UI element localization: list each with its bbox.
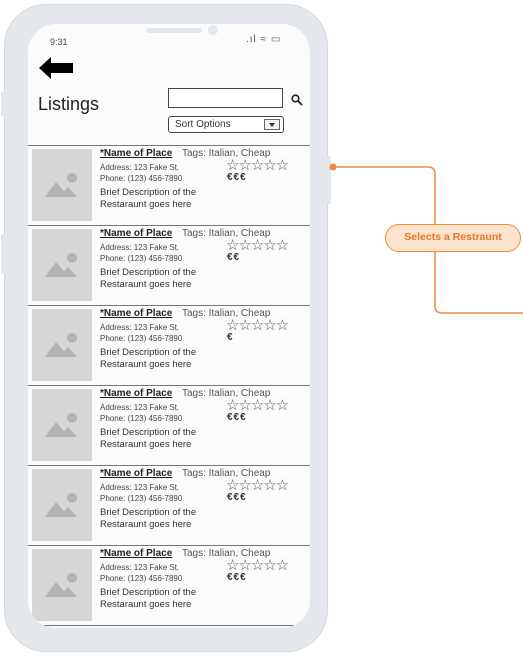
place-phone: Phone: (123) 456-7890 (100, 254, 183, 263)
phone-screen: 9:31 .ıl ≈ ▭ Listings Sort Options *Name… (28, 24, 310, 628)
page-title: Listings (38, 94, 100, 114)
price-level: € (227, 332, 234, 343)
side-button-volume (1, 234, 5, 274)
image-placeholder-icon (32, 469, 92, 541)
place-description: Brief Description of the Restaraunt goes… (100, 427, 197, 450)
side-button-silent (1, 92, 5, 116)
rating-stars: ☆☆☆☆☆ (226, 397, 289, 414)
place-phone: Phone: (123) 456-7890 (100, 414, 183, 423)
place-phone: Phone: (123) 456-7890 (100, 574, 183, 583)
listing-item[interactable]: *Name of Place Tags: Italian, Cheap Addr… (28, 466, 310, 546)
listing-item[interactable]: *Name of Place Tags: Italian, Cheap Addr… (28, 386, 310, 466)
place-address: Address: 123 Fake St. (100, 163, 180, 172)
place-address: Address: 123 Fake St. (100, 563, 180, 572)
place-description: Brief Description of the Restaraunt goes… (100, 267, 197, 290)
place-phone: Phone: (123) 456-7890 (100, 174, 183, 183)
image-placeholder-icon (32, 149, 92, 221)
place-name-link[interactable]: *Name of Place (100, 468, 172, 479)
rating-stars: ☆☆☆☆☆ (226, 157, 289, 174)
annotation-badge: Selects a Restraunt (385, 224, 521, 252)
sort-options-label: Sort Options (175, 119, 231, 130)
place-description: Brief Description of the Restaraunt goes… (100, 347, 197, 370)
place-name-link[interactable]: *Name of Place (100, 308, 172, 319)
listing-item[interactable]: *Name of Place Tags: Italian, Cheap Addr… (28, 226, 310, 306)
price-level: €€ (227, 252, 241, 263)
phone-frame: 9:31 .ıl ≈ ▭ Listings Sort Options *Name… (1, 4, 331, 652)
price-level: €€€ (227, 412, 247, 423)
chevron-down-icon[interactable] (264, 119, 280, 130)
image-placeholder-icon (32, 389, 92, 461)
place-phone: Phone: (123) 456-7890 (100, 494, 183, 503)
place-phone: Phone: (123) 456-7890 (100, 334, 183, 343)
place-name-link[interactable]: *Name of Place (100, 548, 172, 559)
rating-stars: ☆☆☆☆☆ (226, 237, 289, 254)
image-placeholder-icon (32, 309, 92, 381)
price-level: €€€ (227, 172, 247, 183)
rating-stars: ☆☆☆☆☆ (226, 477, 289, 494)
place-name-link[interactable]: *Name of Place (100, 148, 172, 159)
search-icon[interactable] (291, 94, 303, 106)
camera-icon (208, 25, 218, 35)
place-description: Brief Description of the Restaraunt goes… (100, 507, 197, 530)
speaker-notch (146, 28, 202, 33)
place-address: Address: 123 Fake St. (100, 323, 180, 332)
price-level: €€€ (227, 572, 247, 583)
place-description: Brief Description of the Restaraunt goes… (100, 587, 197, 610)
status-icons: .ıl ≈ ▭ (246, 34, 282, 45)
place-address: Address: 123 Fake St. (100, 483, 180, 492)
place-description: Brief Description of the Restaraunt goes… (100, 187, 197, 210)
image-placeholder-icon (32, 229, 92, 301)
search-input[interactable] (168, 88, 283, 108)
price-level: €€€ (227, 492, 247, 503)
place-name-link[interactable]: *Name of Place (100, 388, 172, 399)
sort-options-dropdown[interactable]: Sort Options (168, 116, 284, 133)
image-placeholder-icon (32, 549, 92, 621)
status-time: 9:31 (50, 37, 68, 47)
place-address: Address: 123 Fake St. (100, 243, 180, 252)
place-address: Address: 123 Fake St. (100, 403, 180, 412)
listing-item[interactable]: *Name of Place Tags: Italian, Cheap Addr… (28, 146, 310, 226)
rating-stars: ☆☆☆☆☆ (226, 317, 289, 334)
listing-item[interactable]: *Name of Place Tags: Italian, Cheap Addr… (28, 546, 310, 626)
listing-item[interactable]: *Name of Place Tags: Italian, Cheap Addr… (28, 306, 310, 386)
rating-stars: ☆☆☆☆☆ (226, 557, 289, 574)
back-arrow-icon[interactable] (39, 57, 73, 79)
listings-list: *Name of Place Tags: Italian, Cheap Addr… (28, 145, 310, 626)
place-name-link[interactable]: *Name of Place (100, 228, 172, 239)
